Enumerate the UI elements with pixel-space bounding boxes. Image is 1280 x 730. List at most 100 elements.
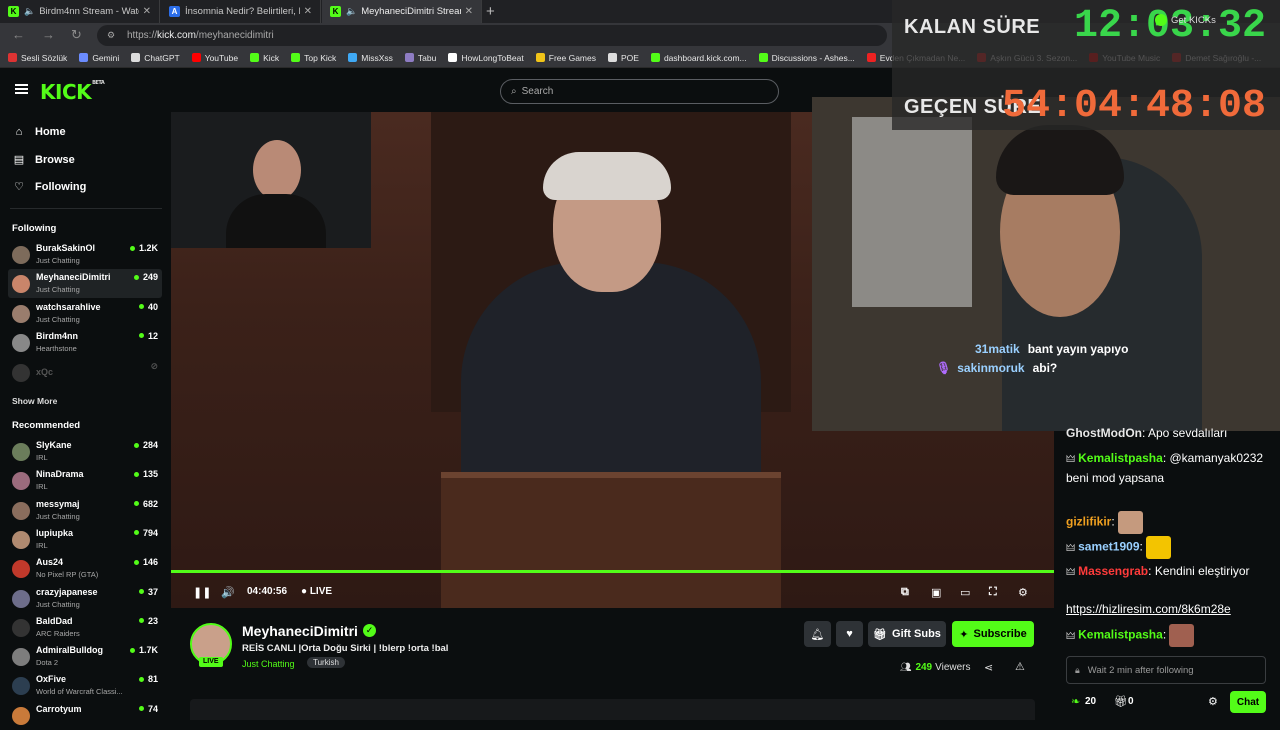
- bookmark-item[interactable]: Gemini: [79, 53, 119, 63]
- bookmark-item[interactable]: Top Kick: [291, 53, 336, 63]
- sidebar-channel[interactable]: messymaj Just Chatting 682: [8, 496, 162, 525]
- speaker-icon: 🔈: [346, 6, 358, 16]
- gift-icon[interactable]: 🎁︎: [1114, 695, 1128, 708]
- site-favicon-icon: A: [169, 6, 180, 17]
- chat-link[interactable]: https://hizliresim.com/8k6m28e: [1066, 600, 1272, 619]
- sidebar-channel[interactable]: SlyKane IRL 284: [8, 437, 162, 466]
- remaining-time: 12:03:32: [1073, 4, 1266, 49]
- tab-close-icon[interactable]: ✕: [304, 6, 312, 17]
- avatar: [12, 501, 30, 520]
- pause-icon[interactable]: ❚❚: [193, 586, 211, 599]
- chat-input[interactable]: 🔒︎ Wait 2 min after following: [1066, 656, 1266, 684]
- browser-tab-active[interactable]: K 🔈 MeyhaneciDimitri Stream - W ✕: [322, 0, 482, 23]
- browser-tab[interactable]: A İnsomnia Nedir? Belirtileri, Neden ✕: [161, 0, 321, 23]
- channel-name: OxFive: [36, 674, 67, 685]
- url-domain: kick.com: [157, 30, 196, 41]
- settings-icon[interactable]: ⚙: [1018, 586, 1028, 599]
- sidebar-channel[interactable]: BurakSakinOl Just Chatting 1.2K: [8, 240, 162, 269]
- bookmark-item[interactable]: MissXss: [348, 53, 393, 63]
- bookmark-item[interactable]: YouTube: [191, 53, 238, 63]
- show-more-link[interactable]: Show More: [12, 396, 57, 406]
- about-panel: [190, 699, 1035, 720]
- video-progress-bar[interactable]: [171, 570, 1054, 573]
- avatar: [12, 304, 30, 323]
- sidebar-channel[interactable]: lupiupka IRL 794: [8, 525, 162, 554]
- bookmark-item[interactable]: ChatGPT: [131, 53, 180, 63]
- subscribe-button[interactable]: ✦ Subscribe: [952, 621, 1034, 647]
- offline-icon: ⊘: [150, 361, 158, 371]
- share-icon[interactable]: ⋖: [984, 661, 993, 674]
- viewers-icon: 👥︎: [900, 662, 912, 672]
- channel-name: watchsarahlive: [36, 301, 101, 312]
- channel-name: BaldDad: [36, 615, 73, 626]
- theater-mode-icon[interactable]: ▭: [960, 586, 970, 599]
- kick-logo[interactable]: KICKBETA: [40, 80, 105, 104]
- sidebar-channel[interactable]: crazyjapanese Just Chatting 37: [8, 584, 162, 613]
- bookmark-favicon-icon: [250, 53, 260, 62]
- url-field[interactable]: ⚙ https://kick.com/meyhanecidimitri: [97, 25, 887, 46]
- browser-tab[interactable]: K 🔈 Birdm4nn Stream - Watch Li ✕: [0, 0, 160, 23]
- tab-close-icon[interactable]: ✕: [143, 6, 151, 17]
- sidebar-channel[interactable]: Carrotyum 74: [8, 701, 162, 730]
- chat-settings-icon[interactable]: ⚙: [1208, 695, 1218, 708]
- nav-home[interactable]: ⌂ Home: [12, 126, 66, 138]
- bookmark-item[interactable]: HowLongToBeat: [448, 53, 524, 63]
- language-tag[interactable]: Turkish: [307, 657, 345, 668]
- sidebar-channel[interactable]: BaldDad ARC Raiders 23: [8, 613, 162, 642]
- bookmark-favicon-icon: [131, 53, 141, 62]
- bookmark-item[interactable]: POE: [608, 53, 639, 63]
- recommended-header: Recommended: [12, 420, 81, 431]
- sidebar-channel[interactable]: OxFive World of Warcraft Classi... 81: [8, 671, 162, 700]
- nav-browse[interactable]: ▤ Browse: [12, 153, 75, 167]
- sidebar-channel[interactable]: watchsarahlive Just Chatting 40: [8, 299, 162, 328]
- channel-name: MeyhaneciDimitri: [36, 272, 111, 283]
- forward-arrow-icon[interactable]: →: [42, 27, 55, 42]
- emote-icon: [1118, 511, 1144, 534]
- sidebar-channel[interactable]: Birdm4nn Hearthstone 12: [8, 328, 162, 357]
- chat-send-button[interactable]: Chat: [1230, 691, 1266, 713]
- bookmark-favicon-icon: [866, 53, 876, 62]
- bookmark-item[interactable]: Tabu: [404, 53, 436, 63]
- gift-subs-button[interactable]: 🎁︎ Gift Subs: [868, 621, 946, 647]
- bookmark-item[interactable]: dashboard.kick.com...: [650, 53, 747, 63]
- sidebar-channel[interactable]: Aus24 No Pixel RP (GTA) 146: [8, 554, 162, 583]
- live-badge: LIVE: [199, 657, 223, 667]
- volume-icon[interactable]: 🔊: [221, 586, 235, 599]
- video-frame: [543, 152, 671, 200]
- sidebar: ⌂ Home ▤ Browse ♡ Following Following Burak…: [0, 112, 170, 725]
- live-dot-icon: [138, 589, 144, 594]
- report-icon[interactable]: ⚠: [1015, 660, 1025, 673]
- new-tab-button[interactable]: +: [486, 3, 495, 20]
- menu-icon[interactable]: [15, 84, 28, 94]
- miniplayer-icon[interactable]: ⧉: [901, 586, 909, 599]
- chat-message: 🜲 Kemalistpasha: @kamanyak0232 beni mod y…: [1066, 451, 1264, 485]
- avatar: [12, 677, 30, 696]
- player-controls: ❚❚ 🔊 04:40:56 ● LIVE ⧉ ▣ ▭ ⛶ ⚙: [171, 582, 1054, 604]
- sidebar-channel[interactable]: NinaDrama IRL 135: [8, 466, 162, 495]
- bookmark-item[interactable]: Discussions - Ashes...: [758, 53, 855, 63]
- get-kicks-button[interactable]: Get KICKs: [1155, 14, 1216, 26]
- channel-category: Just Chatting: [36, 285, 80, 295]
- channel-offline[interactable]: xQc ⊘: [8, 358, 162, 387]
- nav-following[interactable]: ♡ Following: [12, 180, 86, 194]
- bookmark-item[interactable]: Sesli Sözlük: [8, 53, 67, 63]
- clip-icon[interactable]: ▣: [931, 586, 941, 599]
- live-dot-icon: [138, 676, 144, 682]
- streamer-name[interactable]: MeyhaneciDimitri: [242, 623, 358, 639]
- back-arrow-icon[interactable]: ←: [12, 27, 25, 42]
- site-info-icon[interactable]: ⚙: [107, 30, 117, 41]
- avatar: [12, 589, 30, 608]
- sidebar-channel[interactable]: MeyhaneciDimitri Just Chatting 249: [8, 269, 162, 299]
- kicks-icon[interactable]: ❧: [1071, 695, 1080, 708]
- search-input[interactable]: ⌕ Search: [500, 79, 779, 104]
- bookmark-item[interactable]: Kick: [250, 53, 279, 63]
- avatar: [12, 618, 30, 637]
- tab-close-icon[interactable]: ✕: [465, 6, 473, 17]
- follow-heart-button[interactable]: ♥: [836, 621, 863, 647]
- fullscreen-icon[interactable]: ⛶: [989, 586, 997, 599]
- bookmark-item[interactable]: Free Games: [535, 53, 596, 63]
- category-link[interactable]: Just Chatting: [242, 659, 295, 669]
- notification-bell-button[interactable]: 🔔︎: [804, 621, 831, 647]
- sidebar-channel[interactable]: AdmiralBulldog Dota 2 1.7K: [8, 642, 162, 671]
- reload-icon[interactable]: ↻: [71, 27, 82, 43]
